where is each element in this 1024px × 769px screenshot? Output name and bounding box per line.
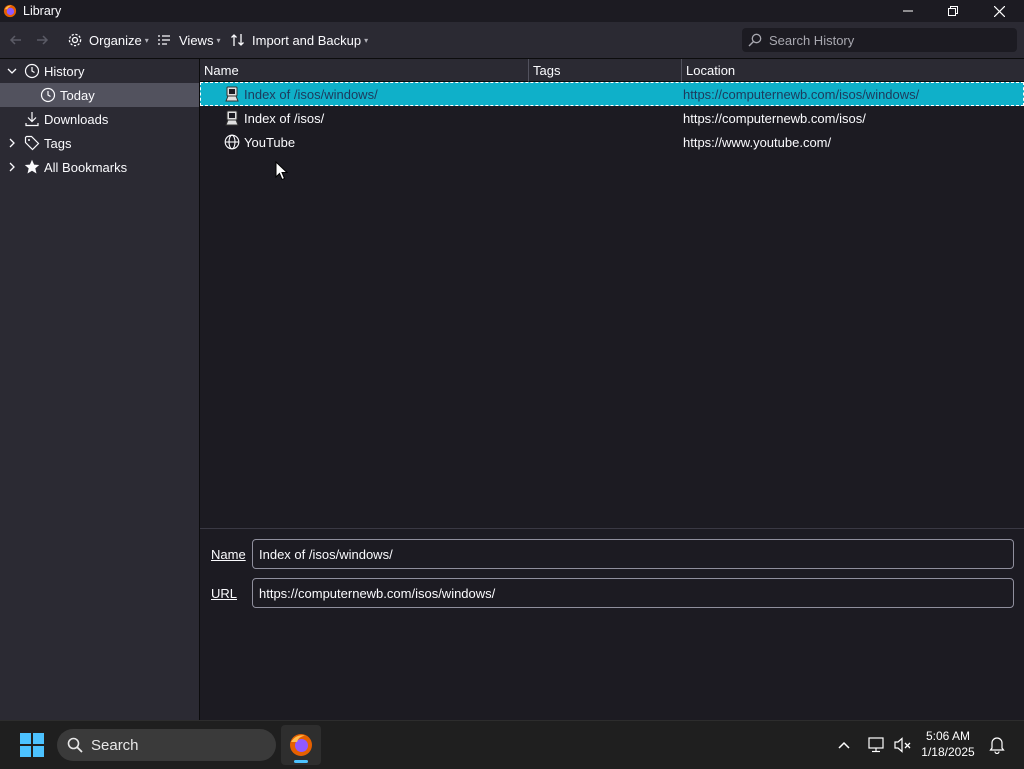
forward-arrow-icon (37, 35, 49, 45)
gear-icon (68, 33, 82, 47)
sidebar-item-today[interactable]: Today (0, 83, 199, 107)
sidebar-item-downloads[interactable]: Downloads (0, 107, 199, 131)
chevron-up-icon (838, 741, 850, 749)
taskbar-clock[interactable]: 5:06 AM 1/18/2025 (912, 728, 984, 760)
firefox-icon (290, 734, 312, 756)
restore-button[interactable] (930, 0, 976, 22)
organize-label: Organize (89, 32, 142, 48)
sidebar-item-tags[interactable]: Tags (0, 131, 199, 155)
minimize-button[interactable] (885, 0, 931, 22)
table-row[interactable]: Index of /isos/ https://computernewb.com… (200, 106, 1024, 130)
notifications-button[interactable] (986, 734, 1008, 756)
row-name: YouTube (244, 134, 296, 150)
chevron-right-icon[interactable] (6, 137, 18, 149)
bell-icon (989, 737, 1005, 754)
minimize-icon (903, 10, 913, 12)
back-button[interactable] (8, 22, 24, 58)
organize-menu-button[interactable]: Organize ▾ (67, 22, 149, 58)
taskbar-search-label: Search (91, 736, 139, 754)
column-header-name[interactable]: Name (200, 59, 529, 82)
taskbar-search[interactable]: Search (57, 729, 276, 761)
sidebar-item-label: Downloads (44, 111, 109, 127)
clock-icon (24, 63, 40, 79)
forward-button[interactable] (34, 22, 50, 58)
table-row[interactable]: YouTube https://www.youtube.com/ (200, 130, 1024, 154)
import-backup-menu-button[interactable]: Import and Backup ▾ (231, 22, 368, 58)
sidebar-item-all-bookmarks[interactable]: All Bookmarks (0, 155, 199, 179)
star-icon (24, 159, 40, 175)
title-bar: Library (0, 0, 1024, 22)
name-field-label: Name (211, 547, 246, 562)
show-hidden-icons-button[interactable] (833, 735, 855, 755)
library-sidebar: History Today Downloads Tags All Bookmar… (0, 59, 200, 720)
list-icon (158, 35, 170, 45)
sidebar-item-label: History (44, 63, 85, 79)
restore-icon (948, 6, 958, 16)
windows-logo-icon (20, 733, 44, 757)
name-field[interactable] (252, 539, 1014, 569)
row-location: https://www.youtube.com/ (683, 134, 832, 150)
search-icon (748, 33, 762, 47)
details-pane: Name URL (200, 528, 1024, 721)
column-header-tags[interactable]: Tags (529, 59, 682, 82)
row-name: Index of /isos/windows/ (244, 86, 378, 102)
clock-date: 1/18/2025 (921, 745, 975, 759)
table-row[interactable]: Index of /isos/windows/ https://computer… (200, 82, 1024, 106)
column-header-location[interactable]: Location (682, 59, 1024, 82)
tag-icon (24, 135, 40, 151)
start-button[interactable] (17, 731, 47, 759)
close-icon (993, 5, 1005, 17)
search-history-input[interactable] (767, 31, 1011, 49)
history-tree[interactable]: Name Tags Location Index of /isos/window… (200, 59, 1024, 528)
firefox-icon (3, 4, 17, 18)
clock-time: 5:06 AM (925, 729, 971, 743)
download-icon (24, 111, 40, 127)
import-backup-label: Import and Backup (252, 32, 362, 48)
volume-muted-icon (894, 737, 911, 753)
chevron-down-icon: ▾ (144, 35, 149, 45)
site-favicon (225, 86, 239, 102)
chevron-down-icon: ▾ (364, 35, 369, 45)
window-title: Library (23, 4, 62, 18)
row-location: https://computernewb.com/isos/ (683, 110, 866, 126)
search-history-box[interactable] (742, 28, 1017, 52)
views-menu-button[interactable]: Views ▾ (158, 22, 220, 58)
taskbar-firefox-button[interactable] (281, 725, 321, 765)
active-app-indicator (294, 760, 308, 763)
chevron-down-icon[interactable] (6, 65, 18, 77)
network-status-button[interactable] (865, 734, 889, 756)
site-favicon (225, 110, 239, 126)
search-icon (67, 737, 83, 753)
mouse-cursor-icon (275, 161, 289, 181)
row-name: Index of /isos/ (244, 110, 325, 126)
network-icon (868, 737, 884, 753)
chevron-right-icon[interactable] (6, 161, 18, 173)
clock-icon (40, 87, 56, 103)
back-arrow-icon (9, 35, 21, 45)
close-button[interactable] (976, 0, 1022, 22)
chevron-down-icon: ▾ (216, 35, 221, 45)
sidebar-item-label: All Bookmarks (44, 159, 128, 175)
views-label: Views (179, 32, 214, 48)
taskbar: Search 5:06 AM 1/18/2025 (0, 720, 1024, 769)
sidebar-item-label: Tags (44, 135, 72, 151)
sidebar-item-history[interactable]: History (0, 59, 199, 83)
url-field[interactable] (252, 578, 1014, 608)
url-field-label: URL (211, 586, 238, 601)
row-location: https://computernewb.com/isos/windows/ (683, 86, 920, 102)
toolbar: Organize ▾ Views ▾ Import and Backup ▾ (0, 22, 1024, 59)
import-export-icon (231, 34, 244, 46)
sidebar-item-label: Today (60, 87, 95, 103)
globe-icon (224, 134, 240, 150)
